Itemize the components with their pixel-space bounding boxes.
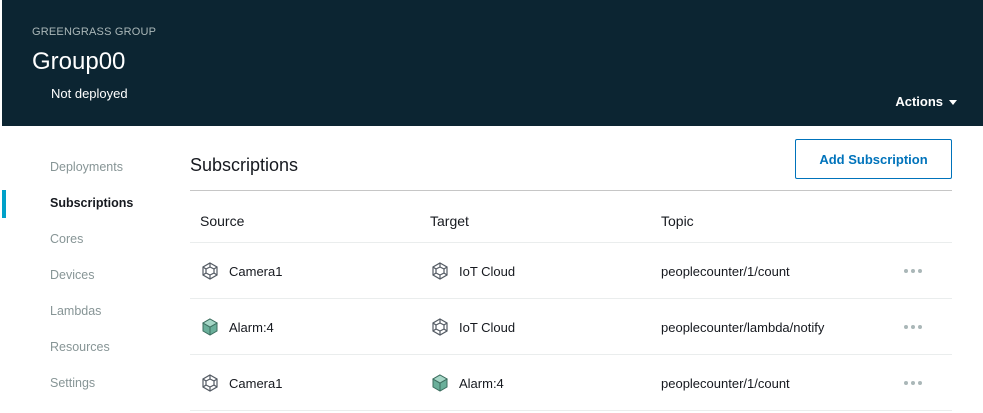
subscriptions-table: Source Target Topic Camera1 IoT Cloud pe…: [190, 191, 952, 411]
more-dot-icon: [911, 381, 915, 385]
device-icon: [432, 262, 448, 280]
group-name: Group00: [32, 48, 126, 75]
source-cell: Camera1: [200, 355, 282, 411]
source-cell: Alarm:4: [200, 299, 274, 355]
topic-cell: peoplecounter/1/count: [661, 263, 790, 279]
more-dot-icon: [911, 325, 915, 329]
sidebar-item-devices[interactable]: Devices: [50, 268, 94, 282]
column-header-topic: Topic: [661, 213, 694, 229]
actions-menu-button[interactable]: Actions: [895, 94, 957, 109]
table-header: Source Target Topic: [190, 191, 952, 243]
more-dot-icon: [911, 269, 915, 273]
row-actions-button[interactable]: [904, 355, 922, 411]
more-dot-icon: [918, 325, 922, 329]
sidebar-item-settings[interactable]: Settings: [50, 376, 95, 390]
more-dot-icon: [904, 269, 908, 273]
target-name: Alarm:4: [459, 375, 504, 391]
row-actions-button[interactable]: [904, 243, 922, 299]
target-name: IoT Cloud: [459, 263, 516, 279]
sidebar-item-resources[interactable]: Resources: [50, 340, 110, 354]
deployment-status: Not deployed: [51, 86, 128, 101]
group-sidebar: Deployments Subscriptions Cores Devices …: [0, 126, 170, 413]
table-row: Camera1 IoT Cloud peoplecounter/1/count: [190, 243, 952, 299]
target-cell: Alarm:4: [430, 355, 504, 411]
source-name: Camera1: [229, 375, 283, 391]
column-header-target: Target: [430, 213, 469, 229]
caret-down-icon: [949, 99, 957, 105]
lambda-cube-icon: [201, 318, 219, 336]
source-name: Camera1: [229, 263, 283, 279]
topic-cell: peoplecounter/lambda/notify: [661, 319, 825, 335]
actions-label: Actions: [895, 94, 943, 109]
target-cell: IoT Cloud: [430, 243, 515, 299]
active-nav-indicator: [2, 190, 6, 218]
sidebar-item-cores[interactable]: Cores: [50, 232, 83, 246]
source-name: Alarm:4: [229, 319, 274, 335]
device-icon: [202, 262, 218, 280]
topic-cell: peoplecounter/1/count: [661, 375, 790, 391]
lambda-cube-icon: [431, 374, 449, 392]
more-dot-icon: [904, 381, 908, 385]
sidebar-item-subscriptions[interactable]: Subscriptions: [50, 196, 133, 210]
target-cell: IoT Cloud: [430, 299, 515, 355]
table-row: Camera1 Alarm:4 peoplecounter/1/count: [190, 355, 952, 411]
target-name: IoT Cloud: [459, 319, 516, 335]
device-icon: [432, 318, 448, 336]
group-eyebrow: GREENGRASS GROUP: [32, 26, 157, 38]
row-actions-button[interactable]: [904, 299, 922, 355]
more-dot-icon: [918, 381, 922, 385]
device-icon: [202, 374, 218, 392]
group-header: GREENGRASS GROUP Group00 Not deployed Ac…: [2, 0, 983, 126]
column-header-source: Source: [200, 213, 245, 229]
more-dot-icon: [904, 325, 908, 329]
page-title: Subscriptions: [190, 155, 299, 175]
add-subscription-button[interactable]: Add Subscription: [795, 139, 952, 179]
table-row: Alarm:4 IoT Cloud peoplecounter/lambda/n…: [190, 299, 952, 355]
sidebar-item-deployments[interactable]: Deployments: [50, 160, 123, 174]
sidebar-item-lambdas[interactable]: Lambdas: [50, 304, 101, 318]
more-dot-icon: [918, 269, 922, 273]
source-cell: Camera1: [200, 243, 282, 299]
